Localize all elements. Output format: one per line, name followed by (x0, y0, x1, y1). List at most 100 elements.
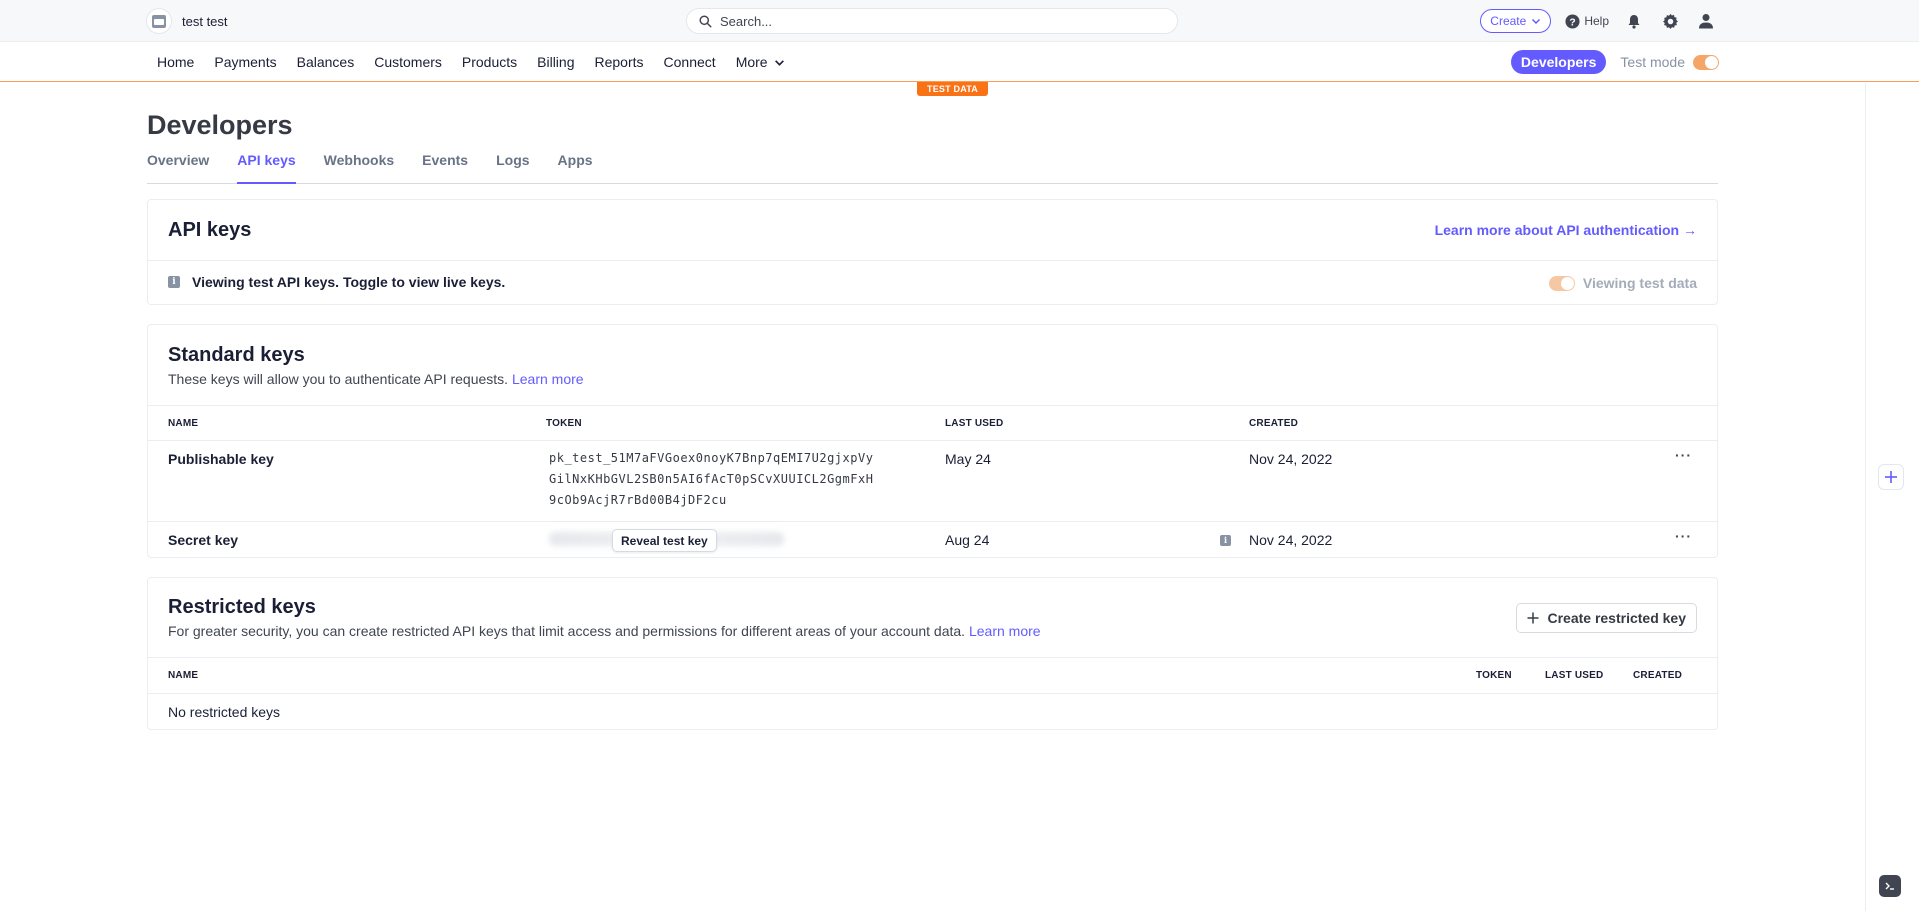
top-actions: Create ? Help (1480, 8, 1717, 34)
column-header-created: CREATED (1249, 418, 1298, 429)
secret-key-last-used: Aug 24 (945, 532, 990, 548)
publishable-key-created: Nov 24, 2022 (1249, 451, 1333, 467)
nav-item-home[interactable]: Home (147, 42, 204, 82)
restricted-keys-learn-more-link[interactable]: Learn more (969, 623, 1041, 639)
plus-icon (1885, 471, 1897, 483)
chevron-down-icon (1532, 18, 1541, 25)
viewing-test-data-toggle[interactable] (1548, 275, 1575, 291)
developers-button[interactable]: Developers (1510, 50, 1607, 74)
divider (148, 521, 1717, 522)
standard-keys-description: These keys will allow you to authenticat… (168, 371, 584, 387)
search-icon (699, 14, 712, 28)
page-title: Developers (147, 110, 293, 140)
restricted-keys-card: Restricted keys For greater security, yo… (147, 577, 1718, 730)
chevron-down-icon (774, 59, 784, 66)
nav-more-label: More (735, 54, 768, 70)
search-input[interactable] (720, 13, 1140, 29)
nav-right: Developers Test mode (1510, 42, 1719, 82)
tab-overview[interactable]: Overview (147, 152, 209, 184)
column-header-token: TOKEN (1476, 670, 1512, 681)
api-keys-card: API keys Learn more about API authentica… (147, 199, 1718, 305)
token-line: pk_test_51M7aFVGoex0noyK7Bnp7qEMI7U2gjxp… (549, 451, 874, 465)
nav-item-products[interactable]: Products (452, 42, 527, 82)
info-icon[interactable]: i (1220, 535, 1231, 546)
divider (148, 260, 1717, 261)
main-nav: Home Payments Balances Customers Product… (0, 42, 1919, 82)
svg-text:?: ? (1570, 17, 1576, 28)
right-rail (1865, 83, 1919, 911)
secret-key-name: Secret key (168, 532, 239, 548)
standard-keys-heading: Standard keys (168, 344, 305, 366)
test-keys-notice-text: Viewing test API keys. Toggle to view li… (192, 274, 506, 290)
user-icon (1699, 14, 1713, 29)
terminal-icon (1885, 882, 1894, 890)
viewing-test-data-control: Viewing test data (1548, 275, 1697, 291)
search-bar[interactable] (686, 8, 1178, 34)
create-restricted-key-label: Create restricted key (1547, 610, 1686, 626)
tab-logs[interactable]: Logs (496, 152, 529, 184)
viewing-test-data-label: Viewing test data (1582, 275, 1697, 291)
restricted-keys-description: For greater security, you can create res… (168, 623, 1041, 639)
learn-api-auth-link[interactable]: Learn more about API authentication → (1435, 222, 1697, 238)
nav-item-more[interactable]: More (726, 42, 795, 82)
restricted-keys-heading: Restricted keys (168, 596, 316, 618)
tab-events[interactable]: Events (422, 152, 468, 184)
nav-items: Home Payments Balances Customers Product… (147, 42, 795, 82)
nav-item-payments[interactable]: Payments (204, 42, 286, 82)
test-mode-control: Test mode (1620, 54, 1719, 70)
shell-button[interactable] (1879, 875, 1901, 897)
divider (148, 440, 1717, 441)
token-line: GilNxKHbGVL2SB0n5AI6fAcT0pSCvXUUICL2GgmF… (549, 472, 874, 486)
tab-api-keys[interactable]: API keys (237, 152, 296, 184)
secret-key-more-icon[interactable]: ··· (1675, 528, 1692, 544)
add-panel-button[interactable] (1878, 464, 1904, 490)
nav-item-customers[interactable]: Customers (364, 42, 452, 82)
nav-item-balances[interactable]: Balances (287, 42, 365, 82)
create-restricted-key-button[interactable]: Create restricted key (1516, 603, 1697, 633)
restricted-keys-description-text: For greater security, you can create res… (168, 623, 966, 639)
top-bar: test test Create ? Help (0, 0, 1919, 42)
help-icon: ? (1565, 13, 1580, 29)
publishable-key-name: Publishable key (168, 451, 274, 467)
developer-tabs: Overview API keys Webhooks Events Logs A… (147, 152, 1718, 184)
nav-item-reports[interactable]: Reports (585, 42, 654, 82)
bell-icon (1628, 14, 1640, 29)
info-icon: i (168, 276, 180, 288)
column-header-name: NAME (168, 670, 199, 681)
nav-item-billing[interactable]: Billing (527, 42, 584, 82)
help-button[interactable]: ? Help (1565, 13, 1609, 29)
secret-key-created: Nov 24, 2022 (1249, 532, 1333, 548)
divider (148, 657, 1717, 658)
test-data-badge: TEST DATA (917, 82, 988, 96)
divider (148, 405, 1717, 406)
gear-icon (1662, 13, 1678, 29)
column-header-name: NAME (168, 418, 199, 429)
test-keys-notice: i Viewing test API keys. Toggle to view … (168, 274, 505, 290)
profile-button[interactable] (1695, 10, 1717, 32)
empty-state-text: No restricted keys (168, 704, 281, 720)
standard-keys-description-text: These keys will allow you to authenticat… (168, 371, 509, 387)
divider (148, 693, 1717, 694)
publishable-key-more-icon[interactable]: ··· (1675, 447, 1692, 463)
column-header-created: CREATED (1633, 670, 1682, 681)
publishable-key-token[interactable]: pk_test_51M7aFVGoex0noyK7Bnp7qEMI7U2gjxp… (549, 448, 873, 511)
account-logo-icon (146, 8, 172, 34)
plus-icon (1527, 612, 1539, 624)
settings-button[interactable] (1659, 10, 1681, 32)
test-mode-toggle[interactable] (1693, 54, 1719, 70)
account-switcher[interactable]: test test (146, 8, 228, 34)
test-mode-label: Test mode (1620, 54, 1685, 70)
standard-keys-card: Standard keys These keys will allow you … (147, 324, 1718, 558)
account-name: test test (182, 13, 228, 29)
tab-webhooks[interactable]: Webhooks (324, 152, 395, 184)
notifications-button[interactable] (1623, 10, 1645, 32)
nav-item-connect[interactable]: Connect (654, 42, 726, 82)
reveal-test-key-button[interactable]: Reveal test key (612, 529, 717, 552)
column-header-last-used: LAST USED (1545, 670, 1604, 681)
tab-apps[interactable]: Apps (558, 152, 593, 184)
token-line: 9cOb9AcjR7rBd00B4jDF2cu (549, 493, 727, 507)
create-button[interactable]: Create (1480, 9, 1552, 33)
column-header-token: TOKEN (546, 418, 582, 429)
standard-keys-learn-more-link[interactable]: Learn more (512, 371, 584, 387)
publishable-key-last-used: May 24 (945, 451, 991, 467)
